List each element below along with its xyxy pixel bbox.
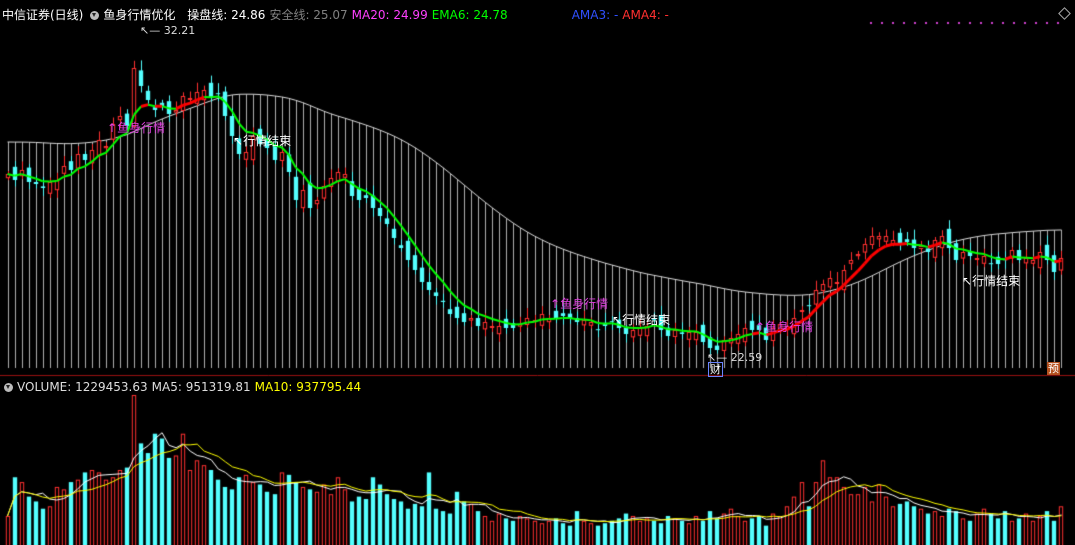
forecast-badge[interactable]: 预	[1047, 362, 1060, 375]
volume-dropdown-icon[interactable]	[4, 383, 13, 392]
high-price-label: ↖— 32.21	[140, 24, 196, 37]
financial-report-badge[interactable]: 财	[708, 362, 723, 377]
stock-name-label: 中信证券(日线)	[2, 8, 84, 22]
fish-start-label-2: ↑鱼身行情	[550, 297, 609, 311]
volume-ma10-value: MA10: 937795.44	[254, 380, 362, 394]
volume-header: VOLUME: 1229453.63 MA5: 951319.81 MA10: 93…	[0, 377, 1075, 397]
indicator-value-ema6: EMA6: 24.78	[431, 8, 508, 22]
fish-end-label-2: ↖行情结束	[612, 313, 671, 327]
volume-value: VOLUME: 1229453.63	[17, 380, 148, 394]
indicator-value-ma20: MA20: 24.99	[351, 8, 428, 22]
fish-end-label-3: ↖行情结束	[962, 274, 1021, 288]
volume-ma5-value: MA5: 951319.81	[151, 380, 251, 394]
indicator-name-label[interactable]: 鱼身行情优化	[103, 8, 175, 22]
indicator-value-ama3: AMA3: -	[571, 8, 619, 22]
fish-start-label-3: ↑鱼身行情	[755, 320, 814, 334]
indicator-value-safety: 安全线: 25.07	[269, 8, 348, 22]
indicator-value-ama4: AMA4: -	[622, 8, 669, 22]
main-indicator-header: 中信证券(日线) 鱼身行情优化 操盘线: 24.86 安全线: 25.07 MA20:…	[0, 5, 1075, 25]
fish-end-label-1: ↖行情结束	[233, 134, 292, 148]
indicator-dropdown-icon[interactable]	[90, 11, 100, 20]
stock-chart-canvas[interactable]	[0, 0, 1075, 545]
indicator-value-operate: 操盘线: 24.86	[187, 8, 266, 22]
fish-start-label-1: ↑鱼身行情	[107, 121, 166, 135]
